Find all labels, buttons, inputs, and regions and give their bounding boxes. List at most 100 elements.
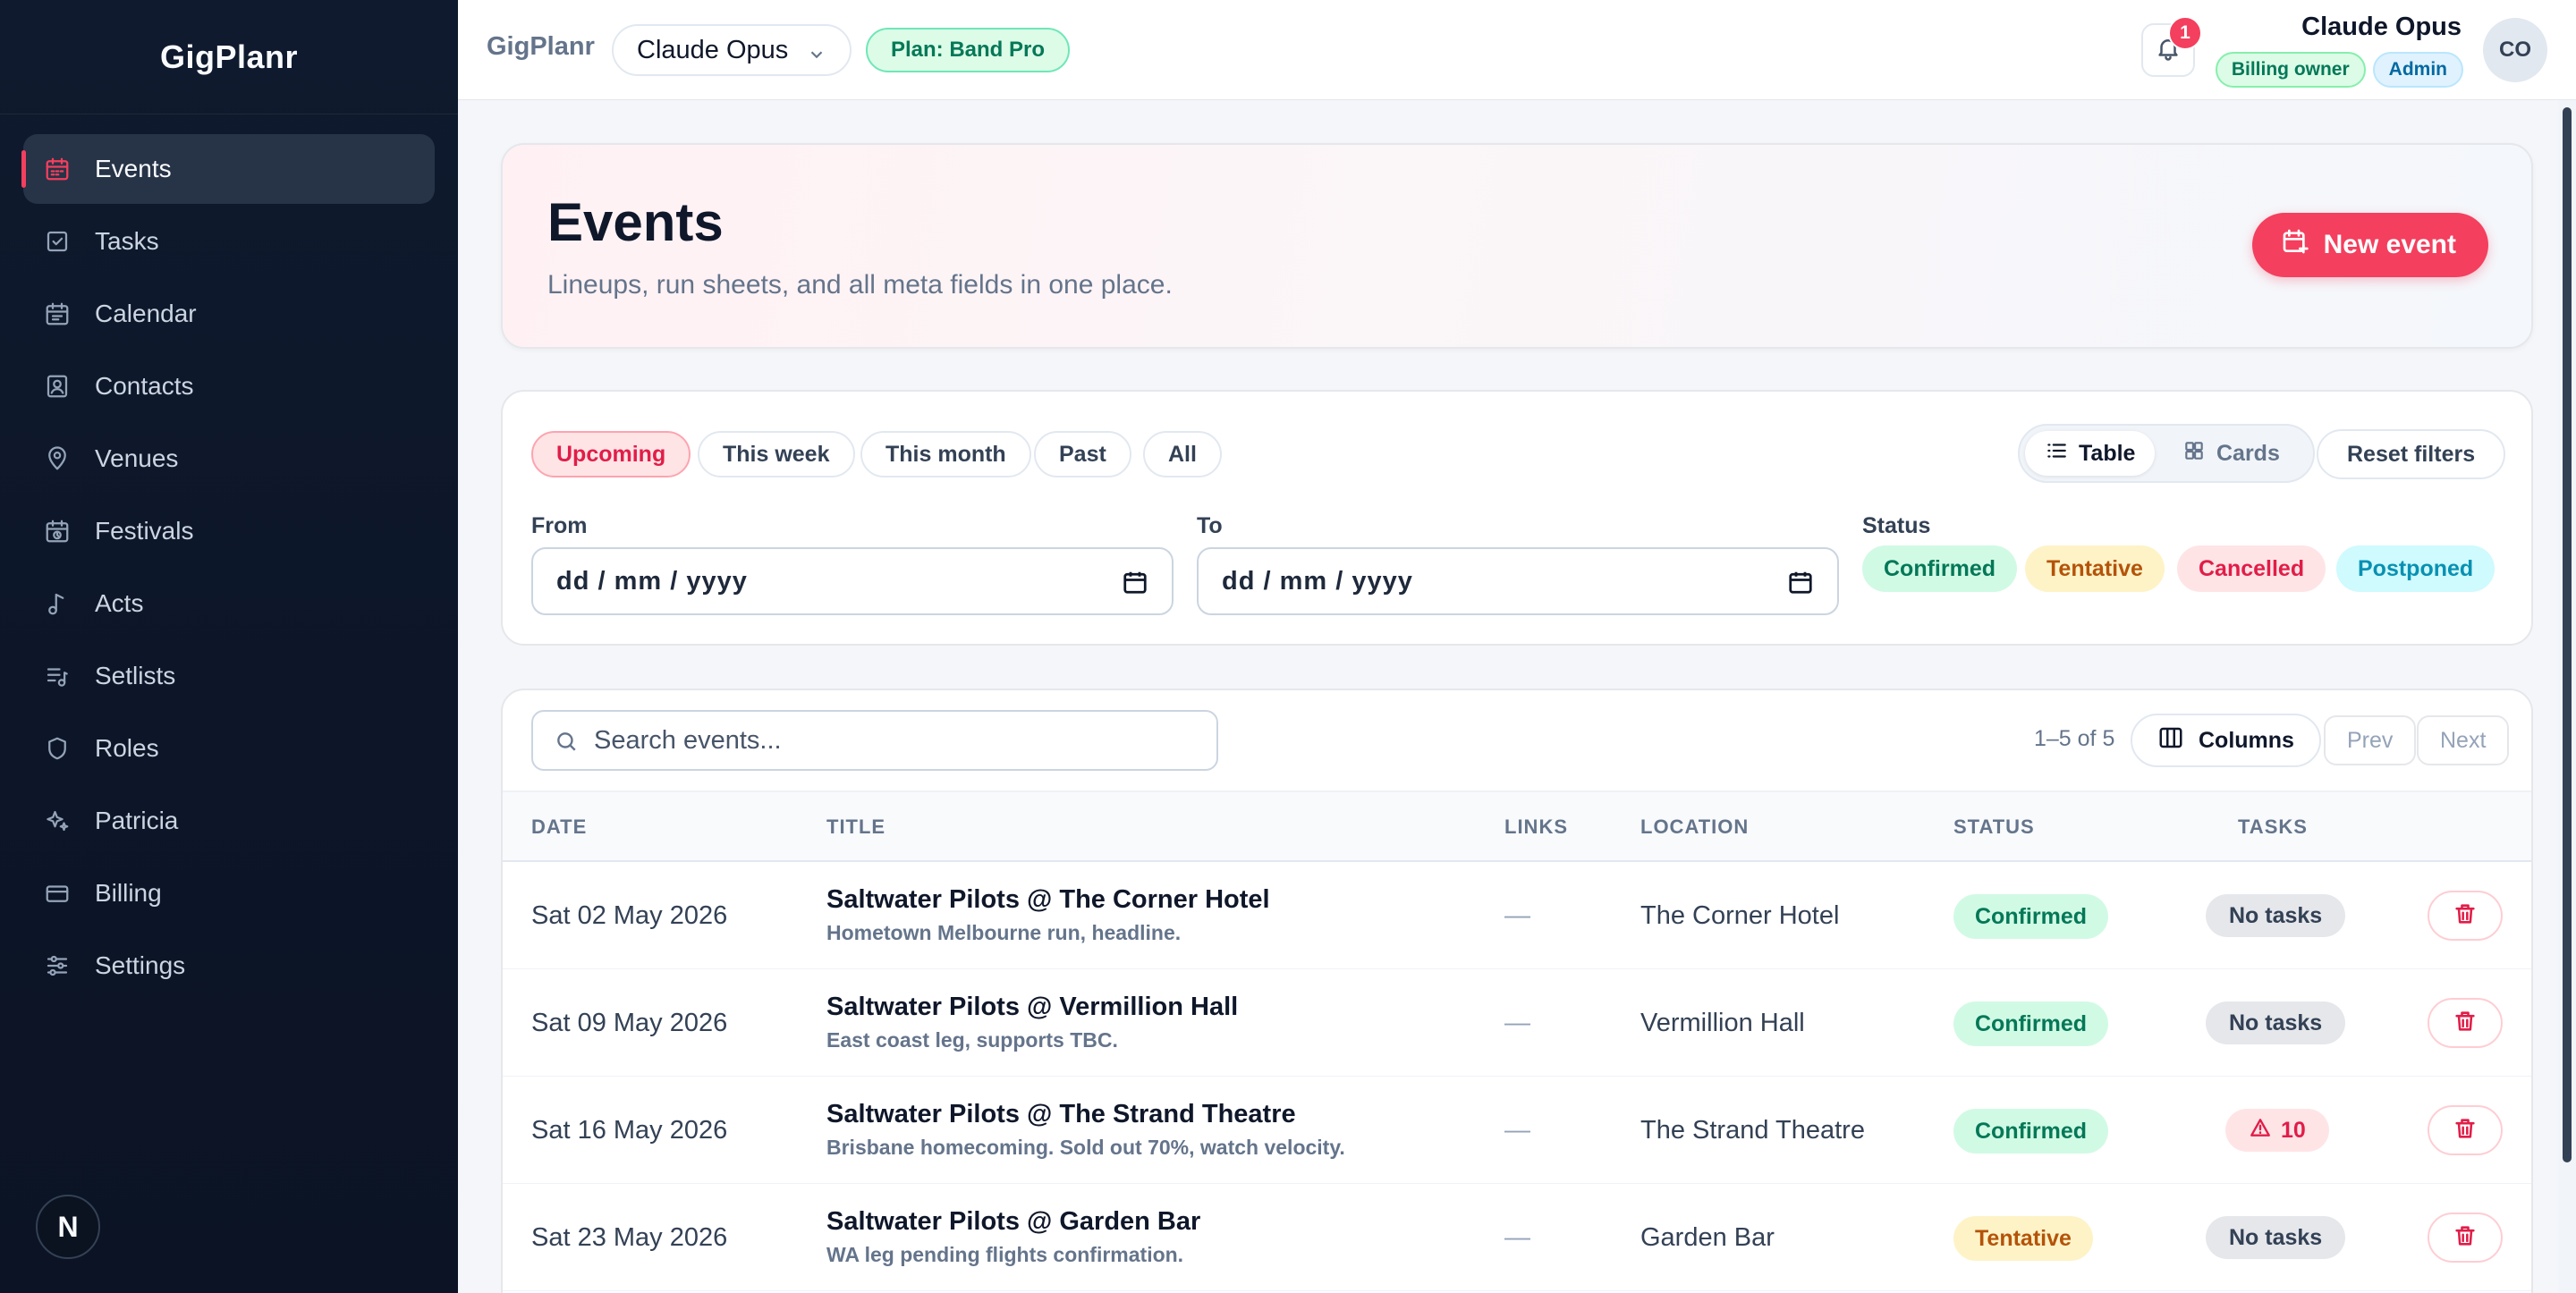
sidebar-item-label: Contacts [95, 372, 194, 400]
delete-event-button[interactable] [2428, 1105, 2503, 1155]
tasks-badge[interactable]: No tasks [2206, 1216, 2346, 1259]
columns-button[interactable]: Columns [2131, 714, 2321, 767]
sparkles-icon [43, 807, 72, 835]
range-chip-this-week[interactable]: This week [698, 431, 855, 477]
sidebar-item-venues[interactable]: Venues [23, 424, 435, 494]
column-header-status[interactable]: STATUS [1953, 816, 2035, 839]
trash-icon [2453, 1116, 2478, 1145]
status-filter-tentative[interactable]: Tentative [2025, 545, 2165, 592]
sidebar-item-label: Tasks [95, 227, 159, 255]
search-input[interactable]: Search events... [531, 710, 1218, 771]
range-chip-past[interactable]: Past [1034, 431, 1131, 477]
event-location: The Strand Theatre [1640, 1116, 1865, 1145]
page-title: Events [547, 192, 724, 252]
table-row[interactable]: Sat 23 May 2026 Saltwater Pilots @ Garde… [503, 1184, 2531, 1291]
view-table-button[interactable]: Table [2025, 431, 2156, 476]
framework-logo[interactable]: N [36, 1195, 100, 1259]
table-row[interactable]: Sat 02 May 2026 Saltwater Pilots @ The C… [503, 862, 2531, 969]
status-filter-confirmed[interactable]: Confirmed [1862, 545, 2017, 592]
sidebar-item-acts[interactable]: Acts [23, 569, 435, 638]
to-date-placeholder: dd / mm / yyyy [1222, 566, 1413, 596]
chevron-down-icon [807, 42, 826, 72]
calendar-picker-icon[interactable] [1122, 569, 1148, 603]
calendar-grid-icon [43, 300, 72, 328]
delete-event-button[interactable] [2428, 891, 2503, 941]
range-chip-upcoming[interactable]: Upcoming [531, 431, 691, 477]
page-subtitle: Lineups, run sheets, and all meta fields… [547, 270, 1173, 300]
avatar[interactable]: CO [2483, 18, 2547, 82]
event-title[interactable]: Saltwater Pilots @ Garden Bar [826, 1207, 1200, 1237]
sidebar-brand[interactable]: GigPlanr [0, 0, 458, 114]
account-select[interactable]: Claude Opus [612, 24, 852, 76]
table-row[interactable]: Sat 16 May 2026 Saltwater Pilots @ The S… [503, 1077, 2531, 1184]
next-page-button[interactable]: Next [2417, 715, 2510, 765]
sidebar-item-patricia[interactable]: Patricia [23, 786, 435, 856]
event-location: Garden Bar [1640, 1223, 1775, 1252]
sidebar-item-billing[interactable]: Billing [23, 858, 435, 928]
setlist-icon [43, 662, 72, 690]
plan-badge: Plan: Band Pro [866, 28, 1071, 72]
delete-event-button[interactable] [2428, 1213, 2503, 1263]
event-links: — [1504, 1116, 1530, 1145]
tasks-badge[interactable]: No tasks [2206, 894, 2346, 937]
delete-event-button[interactable] [2428, 998, 2503, 1048]
sidebar-item-calendar[interactable]: Calendar [23, 279, 435, 349]
event-links: — [1504, 1009, 1530, 1037]
sidebar-item-contacts[interactable]: Contacts [23, 351, 435, 421]
view-cards-button[interactable]: Cards [2163, 431, 2300, 476]
sidebar-item-settings[interactable]: Settings [23, 931, 435, 1001]
grid-icon [2182, 439, 2206, 469]
event-subtitle: WA leg pending flights confirmation. [826, 1243, 1184, 1266]
reset-filters-button[interactable]: Reset filters [2317, 429, 2506, 479]
new-event-button[interactable]: New event [2251, 213, 2488, 277]
tasks-badge[interactable]: No tasks [2206, 1001, 2346, 1044]
calendar-picker-icon[interactable] [1787, 569, 1814, 603]
sidebar-item-label: Venues [95, 444, 179, 472]
sidebar-item-label: Roles [95, 734, 159, 762]
trash-icon [2453, 901, 2478, 931]
sidebar-item-label: Acts [95, 589, 144, 617]
checkbox-icon [43, 227, 72, 256]
sidebar-item-events[interactable]: Events [21, 134, 435, 204]
shield-icon [43, 734, 72, 763]
from-date-input[interactable]: dd / mm / yyyy [531, 547, 1174, 615]
table-row[interactable]: Sat 09 May 2026 Saltwater Pilots @ Vermi… [503, 969, 2531, 1077]
sidebar-nav: Events Tasks Calendar Contacts Venues Fe… [0, 114, 458, 1001]
sidebar-item-festivals[interactable]: Festivals [23, 496, 435, 566]
sidebar-item-roles[interactable]: Roles [23, 714, 435, 783]
table-header: DATE TITLE LINKS LOCATION STATUS TASKS [503, 790, 2531, 862]
contact-card-icon [43, 372, 72, 401]
column-header-title[interactable]: TITLE [826, 816, 886, 839]
column-header-date[interactable]: DATE [531, 816, 587, 839]
status-filter-cancelled[interactable]: Cancelled [2177, 545, 2326, 592]
range-chip-all[interactable]: All [1143, 431, 1222, 477]
to-date-input[interactable]: dd / mm / yyyy [1197, 547, 1839, 615]
scrollbar-thumb[interactable] [2563, 107, 2572, 1162]
column-header-location[interactable]: LOCATION [1640, 816, 1749, 839]
column-header-links[interactable]: LINKS [1504, 816, 1568, 839]
status-filter-postponed[interactable]: Postponed [2336, 545, 2496, 592]
column-header-tasks[interactable]: TASKS [2238, 816, 2308, 839]
event-title[interactable]: Saltwater Pilots @ The Corner Hotel [826, 885, 1270, 915]
user-name: Claude Opus [2301, 13, 2462, 41]
sidebar-item-tasks[interactable]: Tasks [23, 207, 435, 276]
role-badges: Billing owner Admin [2215, 52, 2463, 88]
from-date-placeholder: dd / mm / yyyy [556, 566, 748, 596]
sidebar-item-label: Setlists [95, 662, 176, 689]
topbar-brand[interactable]: GigPlanr [487, 32, 595, 62]
account-select-value: Claude Opus [637, 35, 789, 64]
sidebar-item-setlists[interactable]: Setlists [23, 641, 435, 711]
search-icon [555, 730, 578, 760]
trash-icon [2453, 1223, 2478, 1253]
status-badge: Confirmed [1953, 1001, 2108, 1046]
event-title[interactable]: Saltwater Pilots @ The Strand Theatre [826, 1100, 1296, 1129]
range-chip-this-month[interactable]: This month [860, 431, 1031, 477]
event-title[interactable]: Saltwater Pilots @ Vermillion Hall [826, 993, 1238, 1022]
filters-card: Upcoming This week This month Past All T… [501, 390, 2533, 646]
tasks-badge[interactable]: 10 [2225, 1109, 2329, 1152]
prev-page-button[interactable]: Prev [2324, 715, 2417, 765]
page-scrollbar[interactable] [2558, 100, 2576, 1293]
topbar: GigPlanr Claude Opus Plan: Band Pro 1 Cl… [458, 0, 2576, 100]
event-subtitle: Brisbane homecoming. Sold out 70%, watch… [826, 1136, 1345, 1159]
credit-card-icon [43, 879, 72, 908]
